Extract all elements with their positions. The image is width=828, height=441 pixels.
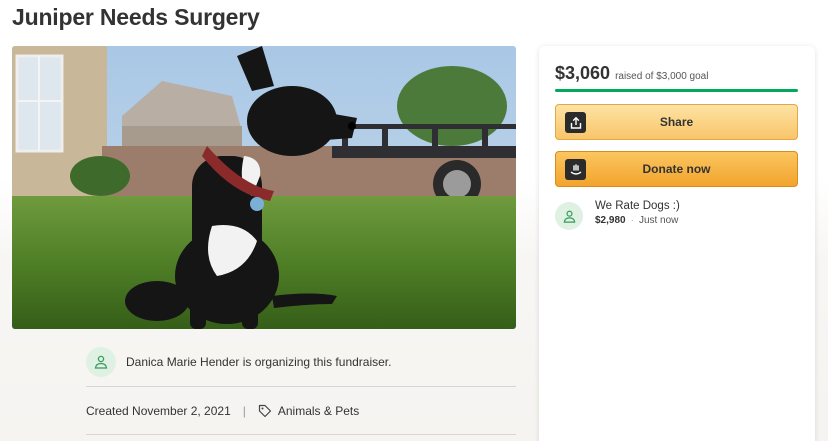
share-button[interactable]: Share — [555, 104, 798, 140]
share-upload-icon — [565, 112, 586, 133]
divider — [86, 434, 516, 435]
donation-sidebar: $3,060 raised of $3,000 goal Share Donat… — [539, 46, 815, 441]
donor-name: We Rate Dogs :) — [595, 200, 680, 212]
donation-amount: $2,980 — [595, 215, 626, 226]
amount-raised: $3,060 raised of $3,000 goal — [555, 63, 708, 84]
campaign-photo — [12, 46, 516, 329]
donation-details: $2,980 · Just now — [595, 215, 680, 226]
organizer-avatar — [86, 347, 116, 377]
dot-separator: · — [630, 215, 634, 226]
organizer-row: Danica Marie Hender is organizing this f… — [86, 346, 516, 378]
donation-time: Just now — [638, 215, 679, 226]
user-heart-icon — [94, 355, 108, 369]
organizer-text: Danica Marie Hender is organizing this f… — [126, 355, 392, 369]
donate-icon — [565, 159, 586, 180]
progress-bar — [555, 89, 798, 92]
donor-avatar — [555, 202, 583, 230]
share-label: Share — [659, 115, 694, 129]
category-link[interactable]: Animals & Pets — [278, 404, 359, 418]
tag-icon — [258, 404, 272, 418]
divider — [86, 386, 516, 387]
user-heart-icon — [563, 210, 575, 223]
raised-amount: $3,060 — [555, 63, 611, 83]
donation-item: We Rate Dogs :) $2,980 · Just now — [555, 200, 680, 230]
campaign-meta: Created November 2, 2021 | Animals & Pet… — [86, 402, 359, 420]
progress-fill — [555, 89, 798, 92]
created-date: Created November 2, 2021 — [86, 404, 231, 418]
donate-label: Donate now — [642, 162, 711, 176]
donate-button[interactable]: Donate now — [555, 151, 798, 187]
meta-separator: | — [242, 404, 246, 418]
goal-text: raised of $3,000 goal — [615, 71, 709, 82]
page-title: Juniper Needs Surgery — [12, 4, 260, 30]
